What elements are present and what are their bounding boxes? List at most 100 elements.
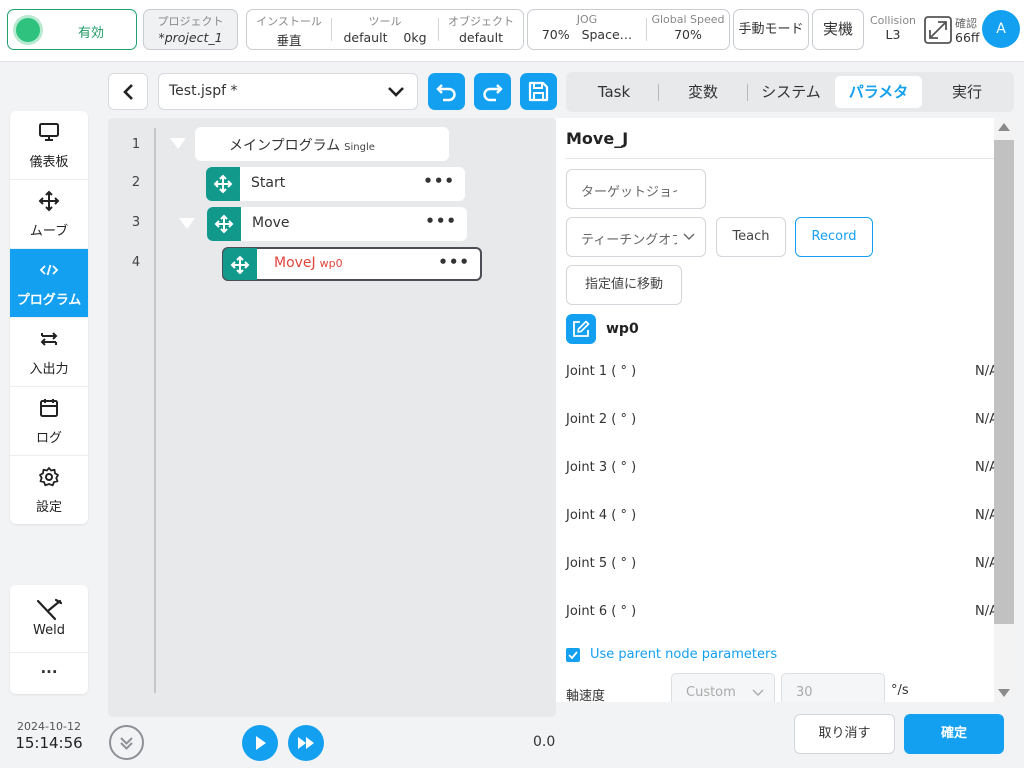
move-arrows-icon bbox=[38, 190, 60, 212]
scroll-up-arrow[interactable] bbox=[998, 123, 1010, 131]
tool-payload: 0kg bbox=[403, 30, 427, 45]
collapse-main-toggle[interactable] bbox=[170, 138, 186, 149]
back-button[interactable] bbox=[108, 73, 148, 110]
sidebar-item-dashboard[interactable]: 儀表板 bbox=[10, 111, 88, 180]
jog-speed-indicator[interactable]: JOG 70% Space… Global Speed 70% bbox=[527, 9, 730, 50]
more-button[interactable]: ··· bbox=[10, 653, 88, 693]
axis-speed-label: 軸速度 bbox=[566, 689, 606, 702]
joint-row: Joint 2 ( ° ) N/A bbox=[566, 412, 998, 432]
scroll-down-arrow[interactable] bbox=[998, 689, 1010, 697]
drag-handle[interactable] bbox=[206, 167, 240, 201]
drag-handle[interactable] bbox=[207, 207, 241, 241]
tab-system[interactable]: システム bbox=[748, 76, 834, 108]
line-number: 4 bbox=[131, 255, 141, 270]
plugin-panel: Weld ··· bbox=[10, 585, 88, 694]
real-machine-button[interactable]: 実機 bbox=[812, 9, 864, 50]
edit-icon bbox=[573, 320, 590, 337]
collision-value: L3 bbox=[885, 27, 901, 42]
tab-run[interactable]: 実行 bbox=[924, 76, 1010, 108]
axis-speed-input[interactable]: 30 bbox=[781, 673, 885, 702]
confirm-value: 66ff bbox=[955, 30, 980, 45]
target-joint-select[interactable]: ターゲットジョイント bbox=[566, 169, 706, 209]
project-indicator[interactable]: プロジェクト *project_1 bbox=[143, 9, 238, 50]
play-button[interactable] bbox=[242, 725, 278, 761]
joint-row: Joint 1 ( ° ) N/A bbox=[566, 364, 998, 384]
tab-task[interactable]: Task bbox=[570, 76, 658, 108]
move-arrows-icon bbox=[213, 174, 233, 194]
record-button[interactable]: Record bbox=[795, 217, 873, 257]
object-value: default bbox=[459, 30, 503, 45]
object-key: オブジェクト bbox=[448, 15, 514, 28]
gear-icon bbox=[39, 467, 59, 487]
weld-label: Weld bbox=[33, 623, 65, 638]
right-tab-bar: Task 変数 システム パラメタ 実行 bbox=[566, 72, 1014, 112]
chevron-down-icon bbox=[388, 87, 404, 97]
teach-button[interactable]: Teach bbox=[716, 217, 786, 257]
program-file-select[interactable]: Test.jspf * bbox=[158, 73, 418, 110]
tree-node-move[interactable]: Move ••• bbox=[207, 207, 467, 241]
sidebar-item-settings[interactable]: 設定 bbox=[10, 456, 88, 524]
main-program-label: メインプログラム bbox=[229, 138, 341, 154]
sidebar-item-program[interactable]: プログラム bbox=[10, 249, 88, 318]
redo-button[interactable] bbox=[474, 73, 511, 110]
tree-node-start[interactable]: Start ••• bbox=[206, 167, 465, 201]
checkmark-icon bbox=[568, 651, 578, 660]
joint-label: Joint 6 ( ° ) bbox=[566, 604, 637, 619]
tab-parameters[interactable]: パラメタ bbox=[835, 76, 922, 108]
move-to-target-button[interactable]: 指定値に移動 bbox=[566, 265, 682, 305]
sidebar-item-log[interactable]: ログ bbox=[10, 387, 88, 456]
sidebar-item-io[interactable]: 入出力 bbox=[10, 318, 88, 387]
save-button[interactable] bbox=[520, 73, 557, 110]
run-speed-value: 0.0 bbox=[533, 734, 556, 750]
cancel-button[interactable]: 取り消す bbox=[794, 714, 895, 754]
axis-speed-mode-select[interactable]: Custom bbox=[671, 673, 775, 702]
line-number: 3 bbox=[131, 215, 141, 230]
teaching-option-select[interactable]: ティーチングオプション bbox=[566, 217, 706, 257]
joint-label: Joint 1 ( ° ) bbox=[566, 364, 637, 379]
manual-mode-button[interactable]: 手動モード bbox=[733, 9, 809, 50]
node-menu-button[interactable]: ••• bbox=[425, 212, 457, 230]
line-number: 1 bbox=[131, 137, 141, 152]
enable-toggle[interactable]: 有効 bbox=[7, 9, 137, 50]
teaching-select-value: ティーチングオプション bbox=[581, 233, 677, 248]
target-select-value: ターゲットジョイント bbox=[581, 185, 677, 200]
weld-button[interactable]: Weld bbox=[10, 585, 88, 653]
collapse-move-toggle[interactable] bbox=[179, 218, 195, 229]
node-menu-button[interactable]: ••• bbox=[423, 172, 455, 190]
monitor-icon bbox=[39, 123, 59, 141]
step-down-button[interactable] bbox=[109, 725, 144, 760]
chevron-down-icon bbox=[120, 737, 133, 750]
sidebar-item-move[interactable]: ムーブ bbox=[10, 180, 88, 249]
scroll-thumb[interactable] bbox=[994, 140, 1014, 624]
collision-level-indicator[interactable]: Collision L3 bbox=[868, 14, 918, 42]
fast-forward-button[interactable] bbox=[288, 725, 324, 761]
drag-handle[interactable] bbox=[223, 248, 257, 280]
confirm-button[interactable]: 確定 bbox=[904, 714, 1004, 754]
sidebar-item-label: 儀表板 bbox=[29, 155, 69, 170]
chevron-left-icon bbox=[123, 84, 133, 100]
confirm-key: 確認 bbox=[955, 17, 977, 30]
undo-button[interactable] bbox=[428, 73, 465, 110]
jog-value: 70% bbox=[541, 27, 570, 42]
param-scrollbar[interactable] bbox=[994, 118, 1014, 702]
use-parent-label: Use parent node parameters bbox=[590, 647, 778, 662]
system-clock: 2024-10-12 15:14:56 bbox=[10, 720, 88, 752]
move-arrows-icon bbox=[214, 214, 234, 234]
project-key: プロジェクト bbox=[157, 15, 224, 28]
move-node-label: Move bbox=[252, 215, 290, 231]
chevron-down-icon bbox=[752, 689, 764, 696]
confirm-checksum[interactable]: 確認 66ff bbox=[924, 14, 982, 48]
install-tool-object-indicator[interactable]: インストール 垂直 ツール default 0kg オブジェクト default bbox=[246, 9, 524, 50]
use-parent-params-checkbox[interactable]: Use parent node parameters bbox=[566, 646, 866, 666]
joint-label: Joint 4 ( ° ) bbox=[566, 508, 637, 523]
save-icon bbox=[528, 81, 549, 102]
tab-variables[interactable]: 変数 bbox=[659, 76, 747, 108]
tree-node-movej-selected[interactable]: MoveJ wp0 ••• bbox=[222, 247, 482, 281]
node-menu-button[interactable]: ••• bbox=[438, 253, 470, 271]
joint-row: Joint 6 ( ° ) N/A bbox=[566, 604, 998, 624]
checkbox-checked[interactable] bbox=[566, 648, 580, 662]
tree-node-main[interactable]: メインプログラム Single bbox=[195, 127, 449, 161]
edit-waypoint-button[interactable] bbox=[566, 314, 596, 344]
user-avatar[interactable]: A bbox=[982, 10, 1020, 48]
axis-speed-value: 30 bbox=[796, 685, 813, 700]
